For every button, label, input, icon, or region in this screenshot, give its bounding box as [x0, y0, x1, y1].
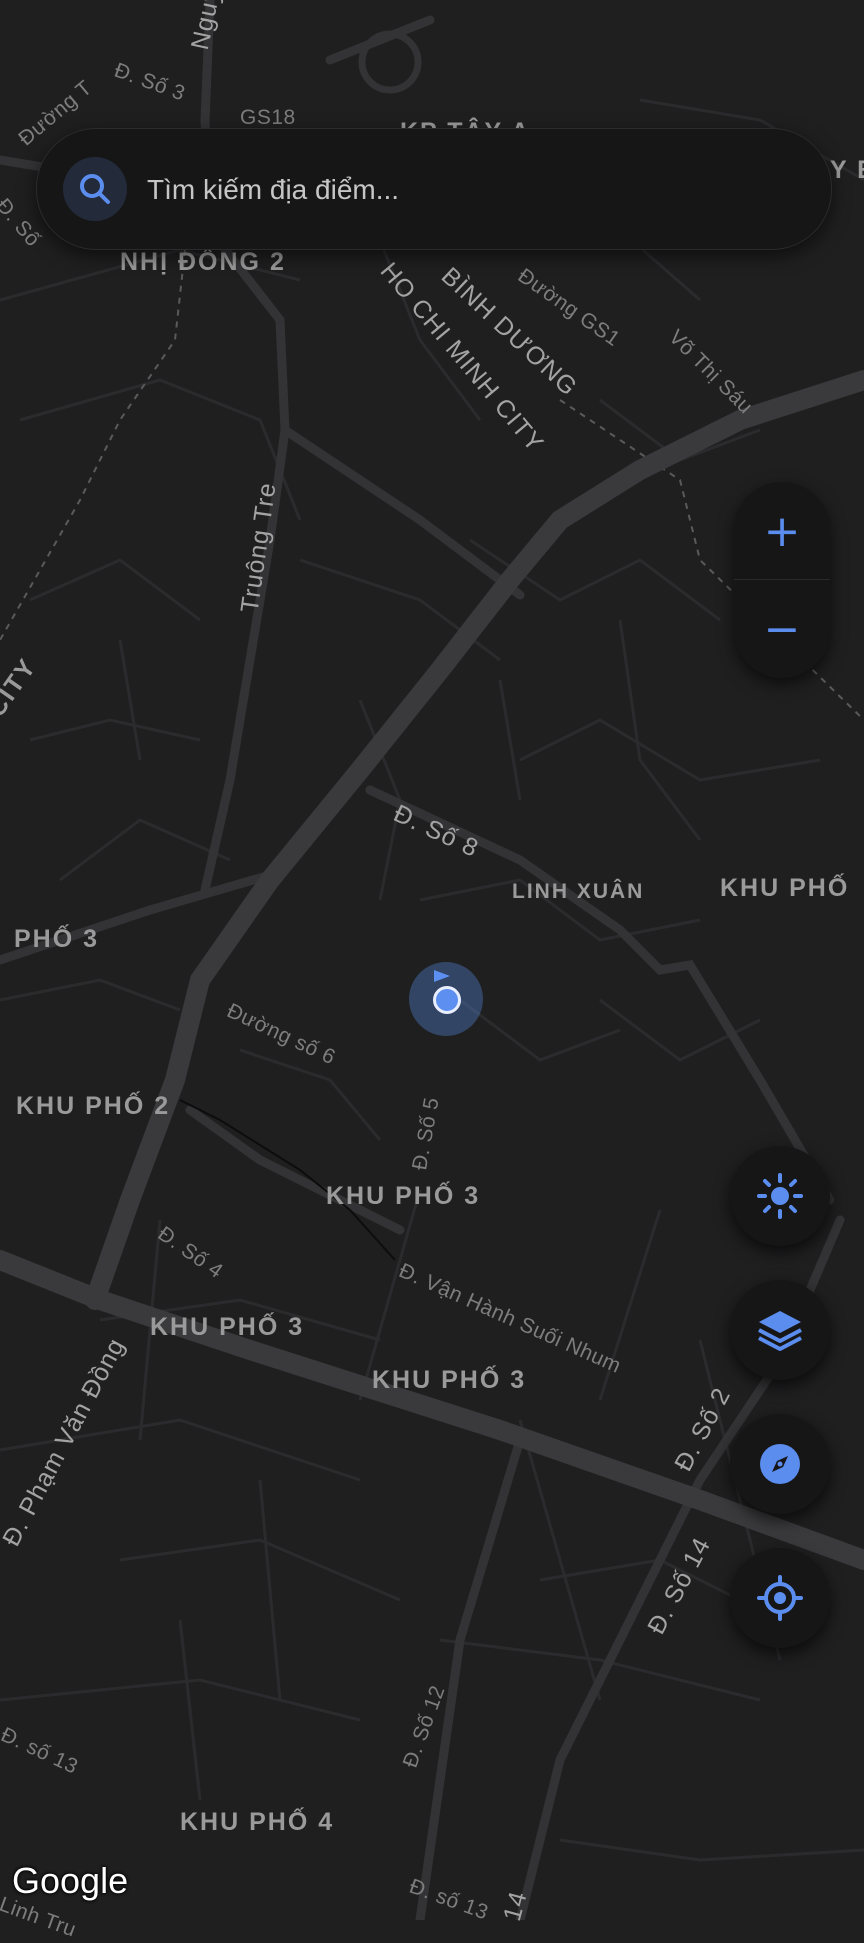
search-icon[interactable]: [63, 157, 127, 221]
map-roads: [0, 0, 864, 1920]
map-label-khu-pho-right: KHU PHỐ: [720, 874, 850, 902]
my-location-icon: [757, 1575, 803, 1621]
brightness-icon: [757, 1173, 803, 1219]
zoom-out-button[interactable]: −: [734, 580, 830, 678]
map-label-linh-xuan: LINH XUÂN: [512, 880, 645, 903]
layers-icon: [758, 1311, 802, 1351]
my-location-button[interactable]: [730, 1548, 830, 1648]
search-input[interactable]: [145, 159, 809, 221]
search-bar[interactable]: [36, 128, 832, 250]
theme-toggle-button[interactable]: [730, 1146, 830, 1246]
map-label-nhi-dong-2: NHỊ ĐỒNG 2: [120, 248, 286, 276]
compass-icon: [760, 1444, 800, 1484]
map-label-khu-pho-3-c: KHU PHỐ 3: [372, 1366, 527, 1394]
heading-arrow-icon: [434, 970, 450, 982]
map-canvas[interactable]: Đ. Số 3 Đường T Nguy GS18 KP TÂY A Y E Đ…: [0, 0, 864, 1942]
zoom-control: + −: [734, 482, 830, 678]
map-label-y-e: Y E: [830, 156, 864, 184]
map-label-khu-pho-2: KHU PHỐ 2: [16, 1092, 171, 1120]
map-layers-button[interactable]: [730, 1280, 830, 1380]
zoom-in-button[interactable]: +: [734, 482, 830, 580]
map-label-khu-pho-3-a: KHU PHỐ 3: [326, 1182, 481, 1210]
map-label-khu-pho-3-b: KHU PHỐ 3: [150, 1313, 305, 1341]
current-location-dot[interactable]: [433, 986, 461, 1014]
map-label-gs18: GS18: [240, 106, 296, 129]
map-label-pho-3: PHỐ 3: [14, 925, 100, 953]
compass-button[interactable]: [730, 1414, 830, 1514]
google-attribution: Google: [12, 1860, 129, 1901]
map-label-khu-pho-4: KHU PHỐ 4: [180, 1808, 335, 1836]
